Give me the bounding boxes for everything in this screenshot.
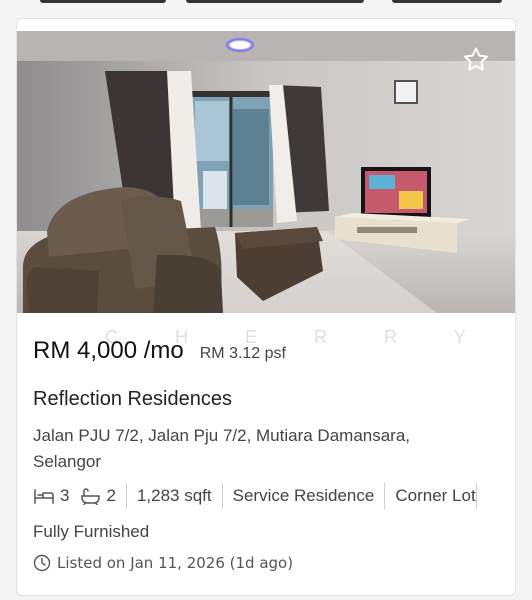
divider (384, 483, 386, 509)
price-per-sqft: RM 3.12 psf (199, 345, 286, 362)
tab-indicator (40, 0, 166, 3)
top-strip (0, 0, 532, 18)
price-row: RM 4,000 /mo RM 3.12 psf (33, 337, 286, 365)
tab-indicator (392, 0, 502, 3)
lot-type: Corner Lot (395, 486, 476, 505)
listed-date-text: Listed on Jan 11, 2026 (1d ago) (57, 554, 294, 572)
clock-icon (33, 554, 51, 572)
floor-size: 1,283 sqft (136, 486, 212, 505)
bed-icon (34, 489, 54, 504)
price: RM 4,000 /mo (33, 337, 184, 364)
furnishing: Fully Furnished (33, 522, 150, 541)
listing-photo[interactable] (17, 31, 516, 313)
divider (125, 483, 127, 509)
divider (221, 483, 223, 509)
divider (475, 483, 477, 509)
bathrooms: 2 (79, 483, 116, 509)
listing-card[interactable]: C H E R R Y T A N RM 4,000 /mo RM 3.12 p… (16, 18, 516, 596)
bedrooms: 3 (33, 483, 69, 509)
listing-address: Jalan PJU 7/2, Jalan Pju 7/2, Mutiara Da… (33, 426, 411, 471)
listing-title[interactable]: Reflection Residences (33, 388, 232, 411)
star-outline-icon[interactable] (461, 45, 491, 75)
bedroom-count: 3 (60, 486, 70, 505)
bathtub-icon (81, 488, 101, 505)
listed-date: Listed on Jan 11, 2026 (1d ago) (33, 554, 293, 572)
tab-indicator (186, 0, 364, 3)
listing-attributes: 3 2 1,283 sqft Service Residence Corner … (33, 483, 515, 545)
bathroom-count: 2 (106, 486, 116, 505)
property-type: Service Residence (232, 486, 375, 505)
